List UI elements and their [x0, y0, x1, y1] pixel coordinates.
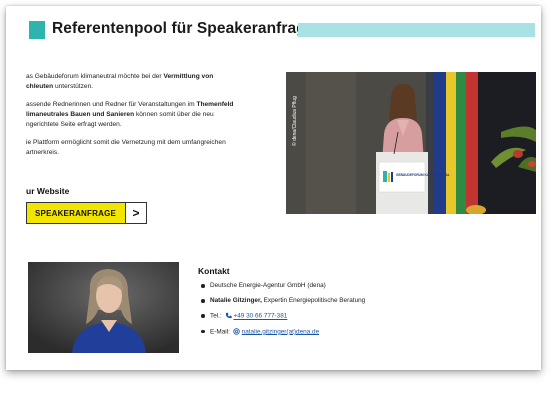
bullet-icon [201, 299, 205, 303]
podium-sign-text: GEBÄUDEFORUM KLIMANEUTRAL [396, 173, 450, 177]
contact-portrait [28, 262, 179, 353]
intro-paragraph-1: as Gebäudeforum klimaneutral möchte bei … [26, 73, 214, 90]
contact-heading: Kontakt [198, 266, 230, 276]
website-heading: ur Website [26, 186, 70, 196]
contact-section: Kontakt Deutsche Energie-Agentur GmbH (d… [198, 266, 528, 343]
contact-phone: Tel.: +49 30 66 777-381 [198, 312, 528, 321]
content-card: Referentenpool für Speakeranfragen as Ge… [6, 6, 541, 370]
bullet-icon [201, 284, 205, 288]
speakeranfrage-button[interactable]: SPEAKERANFRAGE > [26, 202, 147, 224]
speaker-at-podium-image: GEBÄUDEFORUM KLIMANEUTRAL [286, 72, 536, 214]
phone-icon [225, 312, 232, 319]
contact-org: Deutsche Energie-Agentur GmbH (dena) [198, 282, 528, 290]
phone-link[interactable]: +49 30 66 777-381 [234, 313, 288, 320]
photo-credit: © dena/Claudius Pflug [292, 96, 298, 146]
at-sign-icon [232, 327, 240, 335]
email-link[interactable]: natalie.gitzinger(at)dena.de [242, 328, 319, 335]
contact-email: E-Mail: natalie.gitzinger(at)dena.de [198, 327, 528, 337]
bullet-icon [201, 314, 205, 318]
portrait-image [28, 262, 179, 353]
speakeranfrage-label: SPEAKERANFRAGE [27, 203, 125, 223]
header-accent-square [29, 21, 45, 39]
bullet-icon [201, 329, 205, 334]
contact-person: Natalie Gitzinger, Expertin Energiepolit… [198, 297, 528, 305]
intro-text: as Gebäudeforum klimaneutral möchte bei … [26, 72, 271, 166]
speaker-photo: GEBÄUDEFORUM KLIMANEUTRAL [286, 72, 536, 214]
page-title: Referentenpool für Speakeranfragen [52, 20, 325, 37]
intro-paragraph-3: ie Plattform ermöglicht somit die Vernet… [26, 139, 226, 156]
intro-paragraph-2: assende Rednerinnen und Redner für Veran… [26, 101, 234, 128]
chevron-right-icon: > [125, 203, 146, 223]
header-accent-bar [298, 23, 535, 37]
